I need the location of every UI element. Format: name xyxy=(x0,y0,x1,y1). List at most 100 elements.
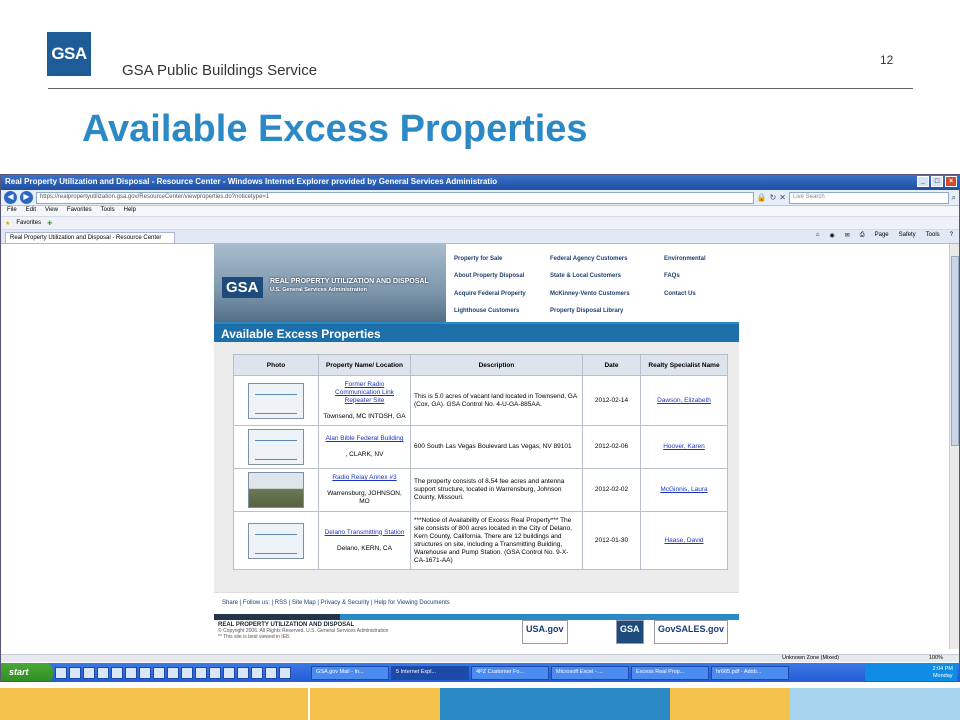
property-location: Townsend, MC INTOSH, GA xyxy=(323,412,406,420)
quick-launch-icon[interactable] xyxy=(55,667,67,679)
property-location: Delano, KERN, CA xyxy=(337,544,392,552)
back-icon[interactable]: ◀ xyxy=(4,191,17,204)
quick-launch-icon[interactable] xyxy=(251,667,263,679)
nav-faqs[interactable]: FAQs xyxy=(664,273,734,287)
vertical-scrollbar[interactable] xyxy=(949,244,959,649)
property-photo[interactable] xyxy=(248,522,304,559)
footer-decoration-gold-2 xyxy=(310,688,440,720)
footer-links[interactable]: Share | Follow us: | RSS | Site Map | Pr… xyxy=(214,592,739,614)
property-location: , CLARK, NV xyxy=(345,451,384,458)
close-button[interactable]: × xyxy=(945,176,957,187)
nav-property-for-sale[interactable]: Property for Sale xyxy=(454,256,550,270)
quick-launch-icon[interactable] xyxy=(69,667,81,679)
nav-environmental[interactable]: Environmental xyxy=(664,256,734,270)
quick-launch-icon[interactable] xyxy=(181,667,193,679)
clock-time[interactable]: 2:04 PM xyxy=(933,666,953,673)
property-name-link[interactable]: Delano Transmitting Station xyxy=(322,529,407,537)
usa-gov-logo[interactable]: USA.gov xyxy=(522,620,568,644)
add-favorite-icon[interactable]: ✚ xyxy=(47,220,52,227)
task-customer-form[interactable]: 4PZ Customer Fo... xyxy=(471,666,549,680)
print-icon[interactable]: ⎙ xyxy=(860,232,865,239)
nav-about-property-disposal[interactable]: About Property Disposal xyxy=(454,273,550,287)
nav-acquire-federal-property[interactable]: Acquire Federal Property xyxy=(454,291,550,305)
quick-launch-icon[interactable] xyxy=(111,667,123,679)
property-photo[interactable] xyxy=(248,429,304,465)
header-divider xyxy=(48,88,913,89)
page-menu[interactable]: Page xyxy=(875,232,889,239)
nav-mckinney-vento-customers[interactable]: McKinney-Vento Customers xyxy=(550,291,664,305)
menu-tools[interactable]: Tools xyxy=(101,207,115,215)
menu-file[interactable]: File xyxy=(7,207,17,215)
feeds-icon[interactable]: ◉ xyxy=(830,232,835,239)
menu-help[interactable]: Help xyxy=(124,207,136,215)
property-name-link[interactable]: Former Radio Communication Link Repeater… xyxy=(322,381,407,405)
search-input[interactable]: Live Search xyxy=(789,191,949,204)
quick-launch-icon[interactable] xyxy=(167,667,179,679)
menu-favorites[interactable]: Favorites xyxy=(67,207,92,215)
task-excel[interactable]: Microsoft Excel - ... xyxy=(551,666,629,680)
footer-decoration-gold-3 xyxy=(670,688,790,720)
property-description: ***Notice of Availability of Excess Real… xyxy=(410,511,583,570)
stop-icon[interactable]: ✕ xyxy=(779,193,786,202)
specialist-link[interactable]: Dawson, Elizabeth xyxy=(657,397,711,404)
properties-list-area: Photo Property Name/ Location Descriptio… xyxy=(214,342,739,592)
quick-launch-icon[interactable] xyxy=(83,667,95,679)
window-titlebar: Real Property Utilization and Disposal -… xyxy=(1,175,959,190)
menu-edit[interactable]: Edit xyxy=(26,207,36,215)
property-description: This is 5.0 acres of vacant land located… xyxy=(410,375,583,426)
property-photo[interactable] xyxy=(248,382,304,419)
nav-federal-agency-customers[interactable]: Federal Agency Customers xyxy=(550,256,664,270)
task-internet-explorer[interactable]: 5 Internet Expl... xyxy=(391,666,469,680)
table-row: Radio Relay Annex #3 Warrensburg, JOHNSO… xyxy=(233,468,728,512)
col-date: Date xyxy=(582,354,641,376)
task-gsa-mail[interactable]: GSA.gov Mail - In... xyxy=(311,666,389,680)
task-excess-real-prop[interactable]: Excess Real Prop... xyxy=(631,666,709,680)
quick-launch-icon[interactable] xyxy=(139,667,151,679)
start-button[interactable]: start xyxy=(1,663,53,681)
task-adobe-pdf[interactable]: hr665.pdf - Adob... xyxy=(711,666,789,680)
tools-menu[interactable]: Tools xyxy=(926,232,940,239)
specialist-link[interactable]: McGinnis, Laura xyxy=(660,486,707,493)
favorites-button[interactable]: Favorites xyxy=(16,220,41,226)
quick-launch-icon[interactable] xyxy=(209,667,221,679)
home-icon[interactable]: ⌂ xyxy=(816,232,820,239)
quick-launch-icon[interactable] xyxy=(125,667,137,679)
footer-decoration-gold xyxy=(0,688,308,720)
site-banner: GSA REAL PROPERTY UTILIZATION AND DISPOS… xyxy=(214,244,739,322)
banner-subtitle: U.S. General Services Administration xyxy=(270,287,367,293)
system-tray: 2:04 PM Monday xyxy=(865,663,957,681)
address-input[interactable]: https://realpropertyutilization.gsa.gov/… xyxy=(35,191,754,204)
quick-launch-icon[interactable] xyxy=(153,667,165,679)
govsales-logo[interactable]: GovSALES.gov xyxy=(654,620,729,644)
quick-launch-icon[interactable] xyxy=(97,667,109,679)
menu-view[interactable]: View xyxy=(45,207,58,215)
maximize-button[interactable]: □ xyxy=(931,176,943,187)
footer-gsa-logo[interactable]: GSA xyxy=(616,620,644,644)
property-photo[interactable] xyxy=(248,472,304,508)
nav-lighthouse-customers[interactable]: Lighthouse Customers xyxy=(454,308,550,322)
help-icon[interactable]: ? xyxy=(950,232,953,239)
nav-contact-us[interactable]: Contact Us xyxy=(664,291,734,305)
quick-launch-icon[interactable] xyxy=(223,667,235,679)
footer-decoration-lightblue xyxy=(790,688,960,720)
specialist-link[interactable]: Haase, David xyxy=(664,537,703,544)
specialist-link[interactable]: Hoover, Karen xyxy=(663,443,705,450)
scroll-thumb[interactable] xyxy=(951,256,959,446)
search-icon[interactable]: ⌕ xyxy=(952,193,956,203)
quick-launch-icon[interactable] xyxy=(279,667,291,679)
minimize-button[interactable]: _ xyxy=(917,176,929,187)
nav-state-local-customers[interactable]: State & Local Customers xyxy=(550,273,664,287)
quick-launch-icon[interactable] xyxy=(265,667,277,679)
nav-property-disposal-library[interactable]: Property Disposal Library xyxy=(550,308,664,322)
mail-icon[interactable]: ✉ xyxy=(845,232,850,239)
quick-launch-icon[interactable] xyxy=(195,667,207,679)
forward-icon[interactable]: ▶ xyxy=(19,191,33,204)
property-name-link[interactable]: Radio Relay Annex #3 xyxy=(322,474,407,482)
quick-launch-icon[interactable] xyxy=(237,667,249,679)
slide-title: Available Excess Properties xyxy=(82,108,588,150)
zoom-level[interactable]: 100% xyxy=(929,655,943,661)
refresh-icon[interactable]: ↻ xyxy=(770,193,777,202)
tab-resource-center[interactable]: Real Property Utilization and Disposal -… xyxy=(5,232,175,243)
property-name-link[interactable]: Alan Bible Federal Building xyxy=(322,435,407,443)
safety-menu[interactable]: Safety xyxy=(899,232,916,239)
